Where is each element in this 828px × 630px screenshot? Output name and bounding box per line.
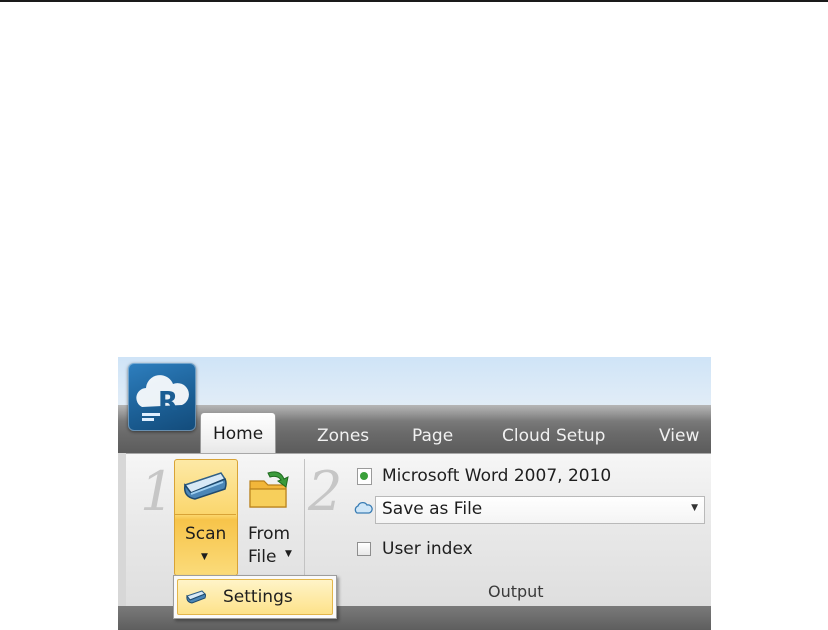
open-folder-icon — [249, 471, 289, 508]
step-number-input: 1 — [140, 460, 175, 523]
tab-page[interactable]: Page — [412, 421, 453, 453]
from-file-label-line2[interactable]: File — [248, 547, 276, 567]
user-index-checkbox[interactable] — [357, 542, 371, 556]
from-file-dropdown-caret[interactable]: ▼ — [285, 549, 292, 559]
menu-item-settings[interactable]: Settings — [177, 579, 333, 615]
cloud-r-logo-icon: R — [136, 375, 189, 421]
app-logo-button[interactable]: R — [128, 363, 196, 431]
cloud-icon — [354, 501, 373, 514]
tab-home[interactable]: Home — [200, 412, 277, 454]
ribbon-screenshot: R Home Zones Page Cloud Setup View 1 2 S… — [118, 357, 711, 630]
tab-view[interactable]: View — [659, 421, 699, 453]
scan-button-label: Scan — [185, 524, 227, 544]
destination-select[interactable]: Save as File ▼ — [375, 496, 705, 524]
user-index-label[interactable]: User index — [382, 538, 473, 560]
word-format-icon — [357, 468, 372, 485]
chevron-down-icon: ▼ — [691, 503, 698, 513]
svg-text:R: R — [158, 387, 178, 417]
tab-zones[interactable]: Zones — [317, 421, 369, 453]
output-group-label: Output — [488, 582, 544, 601]
scanner-settings-icon — [186, 590, 206, 604]
destination-select-value: Save as File — [382, 499, 483, 519]
tab-cloud-setup[interactable]: Cloud Setup — [502, 421, 605, 453]
scan-dropdown-caret[interactable]: ▼ — [201, 552, 208, 562]
scan-dropdown-menu: Settings — [173, 575, 337, 619]
menu-item-settings-label: Settings — [223, 587, 293, 607]
step-number-output: 2 — [308, 460, 343, 523]
from-file-label-line1[interactable]: From — [248, 524, 290, 544]
output-format-button[interactable]: Microsoft Word 2007, 2010 — [382, 465, 611, 487]
page-top-rule — [0, 0, 828, 2]
scanner-icon — [183, 472, 227, 500]
